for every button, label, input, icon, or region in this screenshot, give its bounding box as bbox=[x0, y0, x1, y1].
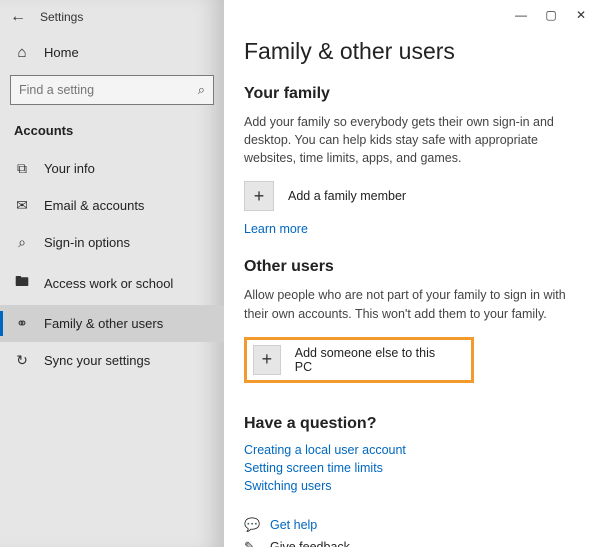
other-users-body: Allow people who are not part of your fa… bbox=[244, 286, 574, 322]
help-link-local-user[interactable]: Creating a local user account bbox=[244, 443, 580, 457]
help-heading: Have a question? bbox=[244, 415, 580, 433]
learn-more-link[interactable]: Learn more bbox=[244, 222, 308, 236]
plus-icon: + bbox=[244, 181, 274, 211]
sync-icon: ↻ bbox=[14, 352, 30, 369]
sidebar-header: ← Settings bbox=[0, 0, 224, 34]
add-other-user-highlight: + Add someone else to this PC bbox=[244, 337, 474, 383]
person-card-icon: ⧉ bbox=[14, 160, 30, 177]
window-minimize[interactable]: — bbox=[506, 4, 536, 26]
search-input-wrap[interactable]: ⌕ bbox=[10, 75, 214, 105]
window-title: Settings bbox=[40, 10, 83, 24]
home-icon: ⌂ bbox=[14, 44, 30, 61]
add-family-label: Add a family member bbox=[288, 189, 406, 203]
sidebar-item-label: Sign-in options bbox=[44, 235, 130, 250]
sidebar-item-label: Family & other users bbox=[44, 316, 163, 331]
help-link-screen-time[interactable]: Setting screen time limits bbox=[244, 461, 580, 475]
give-feedback-link[interactable]: Give feedback bbox=[270, 540, 350, 547]
sidebar-home-label: Home bbox=[44, 45, 79, 60]
chat-icon: 💬 bbox=[244, 517, 260, 533]
sidebar-item-signin-options[interactable]: ⌕ Sign-in options bbox=[0, 224, 224, 261]
family-heading: Your family bbox=[244, 85, 580, 103]
sidebar-item-label: Email & accounts bbox=[44, 198, 144, 213]
search-icon: ⌕ bbox=[198, 82, 205, 98]
search-input[interactable] bbox=[19, 83, 198, 97]
give-feedback-row[interactable]: ✎ Give feedback bbox=[244, 539, 580, 547]
content-pane: — ▢ ✕ Family & other users Your family A… bbox=[224, 0, 600, 547]
plus-icon: + bbox=[253, 345, 281, 375]
sidebar-nav: ⧉ Your info ✉ Email & accounts ⌕ Sign-in… bbox=[0, 148, 224, 379]
sidebar-home[interactable]: ⌂ Home bbox=[0, 34, 224, 71]
sidebar: ← Settings ⌂ Home ⌕ Accounts ⧉ Your info… bbox=[0, 0, 224, 547]
other-users-heading: Other users bbox=[244, 258, 580, 276]
mail-icon: ✉ bbox=[14, 197, 30, 214]
sidebar-item-sync-settings[interactable]: ↻ Sync your settings bbox=[0, 342, 224, 379]
get-help-link[interactable]: Get help bbox=[270, 518, 317, 532]
family-body: Add your family so everybody gets their … bbox=[244, 113, 574, 167]
sidebar-item-email-accounts[interactable]: ✉ Email & accounts bbox=[0, 187, 224, 224]
sidebar-item-label: Sync your settings bbox=[44, 353, 150, 368]
back-icon[interactable]: ← bbox=[10, 9, 26, 25]
briefcase-icon: 🖿 bbox=[14, 271, 30, 295]
sidebar-item-access-work-school[interactable]: 🖿 Access work or school bbox=[0, 261, 224, 305]
sidebar-section-title: Accounts bbox=[0, 115, 224, 148]
key-icon: ⌕ bbox=[14, 234, 30, 251]
window-controls: — ▢ ✕ bbox=[506, 4, 596, 26]
sidebar-item-family-other-users[interactable]: ⚭ Family & other users bbox=[0, 305, 224, 342]
sidebar-item-label: Your info bbox=[44, 161, 95, 176]
page-title: Family & other users bbox=[244, 38, 580, 65]
add-other-user-label: Add someone else to this PC bbox=[295, 346, 443, 374]
get-help-row[interactable]: 💬 Get help bbox=[244, 517, 580, 533]
help-link-switching-users[interactable]: Switching users bbox=[244, 479, 580, 493]
window-maximize[interactable]: ▢ bbox=[536, 4, 566, 26]
family-icon: ⚭ bbox=[14, 315, 30, 332]
sidebar-item-label: Access work or school bbox=[44, 276, 173, 291]
add-family-member[interactable]: + Add a family member bbox=[244, 181, 580, 211]
sidebar-item-your-info[interactable]: ⧉ Your info bbox=[0, 150, 224, 187]
window-close[interactable]: ✕ bbox=[566, 4, 596, 26]
feedback-icon: ✎ bbox=[244, 539, 260, 547]
add-other-user[interactable]: + Add someone else to this PC bbox=[253, 345, 443, 375]
